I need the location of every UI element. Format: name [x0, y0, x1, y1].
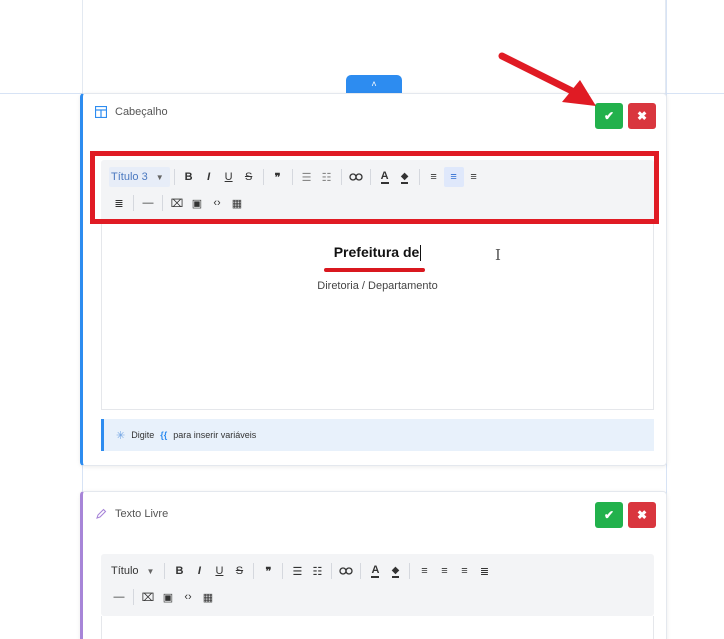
editor-heading-text: Prefeitura de — [102, 244, 653, 262]
bullet-list-button[interactable]: ☷ — [307, 561, 327, 581]
toolbar-row-1: Título ▼ B I U S ❞ ☰ ☷ A ◆ ≡ ≡ ≡ ≣ — [109, 560, 646, 582]
underline-button[interactable]: U — [209, 561, 229, 581]
code-button[interactable]: ‹› — [178, 587, 198, 607]
pencil-icon — [95, 508, 107, 520]
heading-select[interactable]: Título ▼ — [109, 561, 160, 581]
heading-select-label: Título — [111, 565, 139, 577]
caret-down-icon: ▼ — [146, 566, 155, 576]
italic-button[interactable]: I — [189, 561, 209, 581]
annotation-arrow-icon — [498, 52, 596, 106]
text-color-icon: A — [371, 563, 380, 578]
hint-suffix: para inserir variáveis — [173, 430, 257, 440]
header-block-card: Cabeçalho ✔ ✖ Título 3 ▼ B I U S ❞ ☰ ☷ A… — [80, 93, 667, 466]
layout-icon — [94, 105, 108, 119]
align-justify-button[interactable]: ≣ — [474, 561, 494, 581]
free-text-block-card: Texto Livre ✔ ✖ Título ▼ B I U S ❞ ☰ ☷ A… — [80, 491, 667, 639]
toolbar-row-2: — ⌧ ▣ ‹› ▦ — [109, 586, 646, 608]
table-button[interactable]: ▦ — [198, 587, 218, 607]
bold-button[interactable]: B — [169, 561, 189, 581]
hint-braces: {{ — [160, 430, 168, 440]
collapse-toggle[interactable]: ˄ — [346, 75, 402, 93]
horizontal-rule-button[interactable]: — — [109, 587, 129, 607]
close-icon: ✖ — [636, 508, 648, 522]
quote-button[interactable]: ❞ — [258, 561, 278, 581]
highlight-button[interactable]: ◆ — [385, 561, 405, 581]
editor-heading-value: Prefeitura de — [333, 244, 420, 260]
variables-hint: ✳ Digite {{ para inserir variáveis — [101, 419, 654, 451]
header-block-title: Cabeçalho — [115, 106, 168, 118]
free-text-title-row: Texto Livre — [95, 508, 168, 520]
strikethrough-button[interactable]: S — [229, 561, 249, 581]
toolbar-separator — [133, 589, 134, 605]
annotation-highlight-box — [90, 151, 659, 224]
check-icon: ✔ — [603, 508, 615, 522]
toolbar-separator — [360, 563, 362, 579]
cancel-button[interactable]: ✖ — [628, 502, 656, 528]
link-icon[interactable] — [336, 561, 356, 581]
toolbar-separator — [409, 563, 411, 579]
paint-bucket-icon: ◆ — [391, 564, 400, 578]
free-text-editor-area[interactable] — [101, 616, 654, 639]
toolbar-separator — [164, 563, 166, 579]
align-left-button[interactable]: ≡ — [414, 561, 434, 581]
ordered-list-button[interactable]: ☰ — [287, 561, 307, 581]
clear-format-button[interactable]: ⌧ — [138, 587, 158, 607]
editor-subtitle-text: Diretoria / Departamento — [317, 280, 438, 292]
chevron-up-icon: ˄ — [371, 79, 377, 89]
header-block-title-row: Cabeçalho — [94, 105, 168, 119]
header-editor-area[interactable]: Prefeitura de Diretoria / Departamento I — [101, 222, 654, 410]
editor-toolbar: Título ▼ B I U S ❞ ☰ ☷ A ◆ ≡ ≡ ≡ ≣ — ⌧ ▣… — [101, 554, 654, 616]
free-text-title: Texto Livre — [115, 508, 169, 520]
image-button[interactable]: ▣ — [158, 587, 178, 607]
align-right-button[interactable]: ≡ — [454, 561, 474, 581]
align-center-button[interactable]: ≡ — [434, 561, 454, 581]
toolbar-separator — [282, 563, 284, 579]
cancel-button[interactable]: ✖ — [628, 103, 656, 129]
confirm-button[interactable]: ✔ — [595, 502, 623, 528]
annotation-underline — [324, 268, 425, 272]
ibeam-cursor-icon: I — [495, 246, 501, 264]
lightbulb-icon: ✳ — [116, 429, 126, 442]
toolbar-separator — [331, 563, 333, 579]
text-color-button[interactable]: A — [365, 561, 385, 581]
hint-prefix: Digite — [131, 430, 155, 440]
toolbar-separator — [253, 563, 255, 579]
text-cursor — [420, 245, 422, 262]
close-icon: ✖ — [636, 109, 648, 123]
